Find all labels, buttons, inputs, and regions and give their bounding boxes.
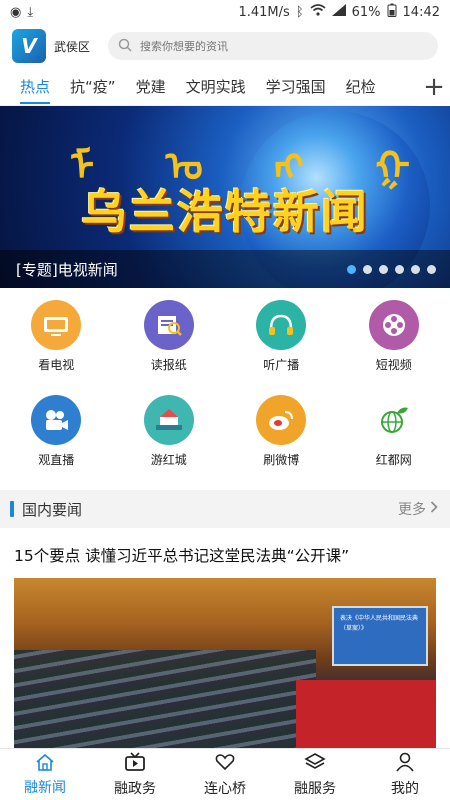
search-icon: [118, 38, 132, 55]
feature-label: 游红城: [150, 453, 187, 467]
feature-newspaper[interactable]: 读报纸: [113, 300, 226, 373]
more-link[interactable]: 更多: [398, 499, 438, 519]
feature-weibo[interactable]: 刷微博: [225, 395, 338, 468]
tab-0[interactable]: 热点: [10, 68, 60, 106]
battery-level: 61%: [351, 4, 381, 20]
feature-video-camera[interactable]: 观直播: [0, 395, 113, 468]
search-input[interactable]: [140, 39, 428, 53]
category-tabs: 热点 抗“疫” 党建 文明实践 学习强国 纪检 +: [0, 67, 450, 106]
banner-caption-bar: [专题]电视新闻: [0, 250, 450, 288]
feature-label: 刷微博: [263, 453, 300, 467]
globe-leaf-icon: [368, 395, 419, 445]
nav-item-1[interactable]: 融政务: [90, 749, 180, 800]
add-tab-button[interactable]: +: [418, 67, 450, 106]
tabs-scroll: 热点 抗“疫” 党建 文明实践 学习强国 纪检: [0, 68, 418, 106]
carousel-dot[interactable]: [347, 264, 356, 274]
feature-label: 听广播: [263, 358, 300, 372]
search-bar[interactable]: [108, 32, 438, 60]
tv-play-icon: [124, 751, 146, 776]
home-icon: [35, 753, 55, 775]
more-label: 更多: [398, 502, 426, 518]
article-title[interactable]: 15个要点 读懂习近平总书记这堂民法典“公开课”: [0, 528, 450, 578]
nav-item-4[interactable]: 我的: [360, 749, 450, 800]
clock: 14:42: [402, 4, 440, 20]
feature-label: 观直播: [38, 453, 75, 467]
tab-3[interactable]: 文明实践: [176, 68, 256, 106]
feature-headphones[interactable]: 听广播: [225, 300, 338, 373]
feature-label: 红都网: [375, 453, 412, 467]
carousel-dot[interactable]: [411, 264, 420, 274]
article-image[interactable]: 表决《中华人民共和国民法典（草案）》: [14, 578, 436, 760]
signal-icon: [331, 4, 346, 20]
tv-icon: [31, 300, 82, 350]
tab-5[interactable]: 纪检: [336, 68, 386, 106]
newspaper-icon: [143, 300, 194, 350]
layers-icon: [304, 752, 326, 776]
tab-2[interactable]: 党建: [126, 68, 176, 106]
app-logo: V: [12, 29, 46, 63]
banner-caption: [专题]电视新闻: [16, 260, 118, 279]
banner-headline: 乌兰浩特新闻: [81, 185, 369, 239]
nav-label: 连心桥: [204, 780, 246, 797]
status-bar: ◉ ⤓ 1.41M/s ᛒ 61% 14:42: [0, 0, 450, 24]
wifi-icon: [310, 4, 326, 20]
bottom-navigation: 融新闻 融政务 连心桥 融服务 我的: [0, 748, 450, 800]
section-header: 国内要闻 更多: [0, 490, 450, 528]
nav-item-0[interactable]: 融新闻: [0, 749, 90, 800]
download-icon: ⤓: [27, 4, 34, 20]
landmark-icon: [143, 395, 194, 445]
assembly-seats: [14, 650, 316, 760]
nav-label: 融政务: [114, 780, 156, 797]
chevron-right-icon: [430, 501, 438, 517]
feature-globe-leaf[interactable]: 红都网: [338, 395, 450, 468]
banner-carousel[interactable]: ᠮᠣᠩᠭ 乌兰浩特新闻 [专题]电视新闻: [0, 106, 450, 288]
app-header: V 武侯区: [0, 24, 450, 68]
nav-item-2[interactable]: 连心桥: [180, 749, 270, 800]
feature-landmark[interactable]: 游红城: [113, 395, 226, 468]
tab-4[interactable]: 学习强国: [256, 68, 336, 106]
video-camera-icon: [31, 395, 82, 445]
feature-film-reel[interactable]: 短视频: [338, 300, 450, 373]
carousel-dot[interactable]: [379, 264, 388, 274]
nav-label: 融服务: [294, 780, 336, 797]
feature-grid: 看电视 读报纸 听广播 短视频观直播 游红城 刷微博 红都网: [0, 288, 450, 474]
feature-tv[interactable]: 看电视: [0, 300, 113, 373]
nav-item-3[interactable]: 融服务: [270, 749, 360, 800]
nav-label: 融新闻: [24, 779, 66, 796]
feature-label: 短视频: [375, 358, 412, 372]
feature-label: 看电视: [38, 358, 75, 372]
location-label[interactable]: 武侯区: [54, 38, 100, 55]
network-speed: 1.41M/s: [238, 4, 290, 20]
section-accent-bar: [10, 501, 14, 517]
battery-icon: [387, 3, 397, 21]
headphones-icon: [256, 300, 307, 350]
weibo-icon: [256, 395, 307, 445]
bluetooth-icon: ᛒ: [295, 4, 304, 20]
hall-screen: 表决《中华人民共和国民法典（草案）》: [332, 606, 428, 666]
weibo-notification-icon: ◉: [10, 4, 22, 20]
carousel-dot[interactable]: [427, 264, 436, 274]
tab-1[interactable]: 抗“疫”: [60, 68, 126, 106]
feature-label: 读报纸: [150, 358, 187, 372]
section-title: 国内要闻: [22, 500, 83, 519]
carousel-dot[interactable]: [395, 264, 404, 274]
user-icon: [395, 752, 415, 776]
carousel-dots: [347, 264, 436, 274]
nav-label: 我的: [391, 780, 419, 797]
heart-hands-icon: [214, 752, 236, 776]
film-reel-icon: [368, 300, 419, 350]
carousel-dot[interactable]: [363, 264, 372, 274]
